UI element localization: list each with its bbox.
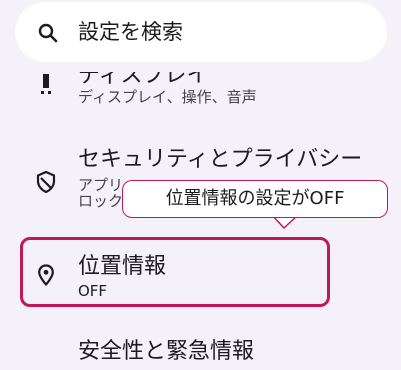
item-title: ディスプレイ — [78, 63, 209, 88]
settings-item-display[interactable]: ディスプレイ ディスプレイ、操作、音声 — [0, 60, 401, 116]
item-summary-line2: ロック — [78, 192, 124, 210]
item-title: 安全性と緊急情報 — [78, 339, 255, 364]
shield-icon — [34, 170, 58, 194]
item-summary: ディスプレイ、操作、音声 — [78, 88, 257, 106]
search-placeholder: 設定を検索 — [78, 20, 183, 44]
search-bar[interactable]: 設定を検索 — [15, 2, 387, 62]
tooltip-callout: 位置情報の設定がOFF — [122, 180, 388, 218]
tooltip-text: 位置情報の設定がOFF — [165, 188, 345, 209]
settings-item-safety[interactable]: 安全性と緊急情報 — [0, 330, 401, 370]
display-icon — [34, 74, 58, 98]
search-icon — [36, 21, 60, 45]
item-title: セキュリティとプライバシー — [78, 147, 363, 172]
highlight-box — [20, 237, 330, 307]
